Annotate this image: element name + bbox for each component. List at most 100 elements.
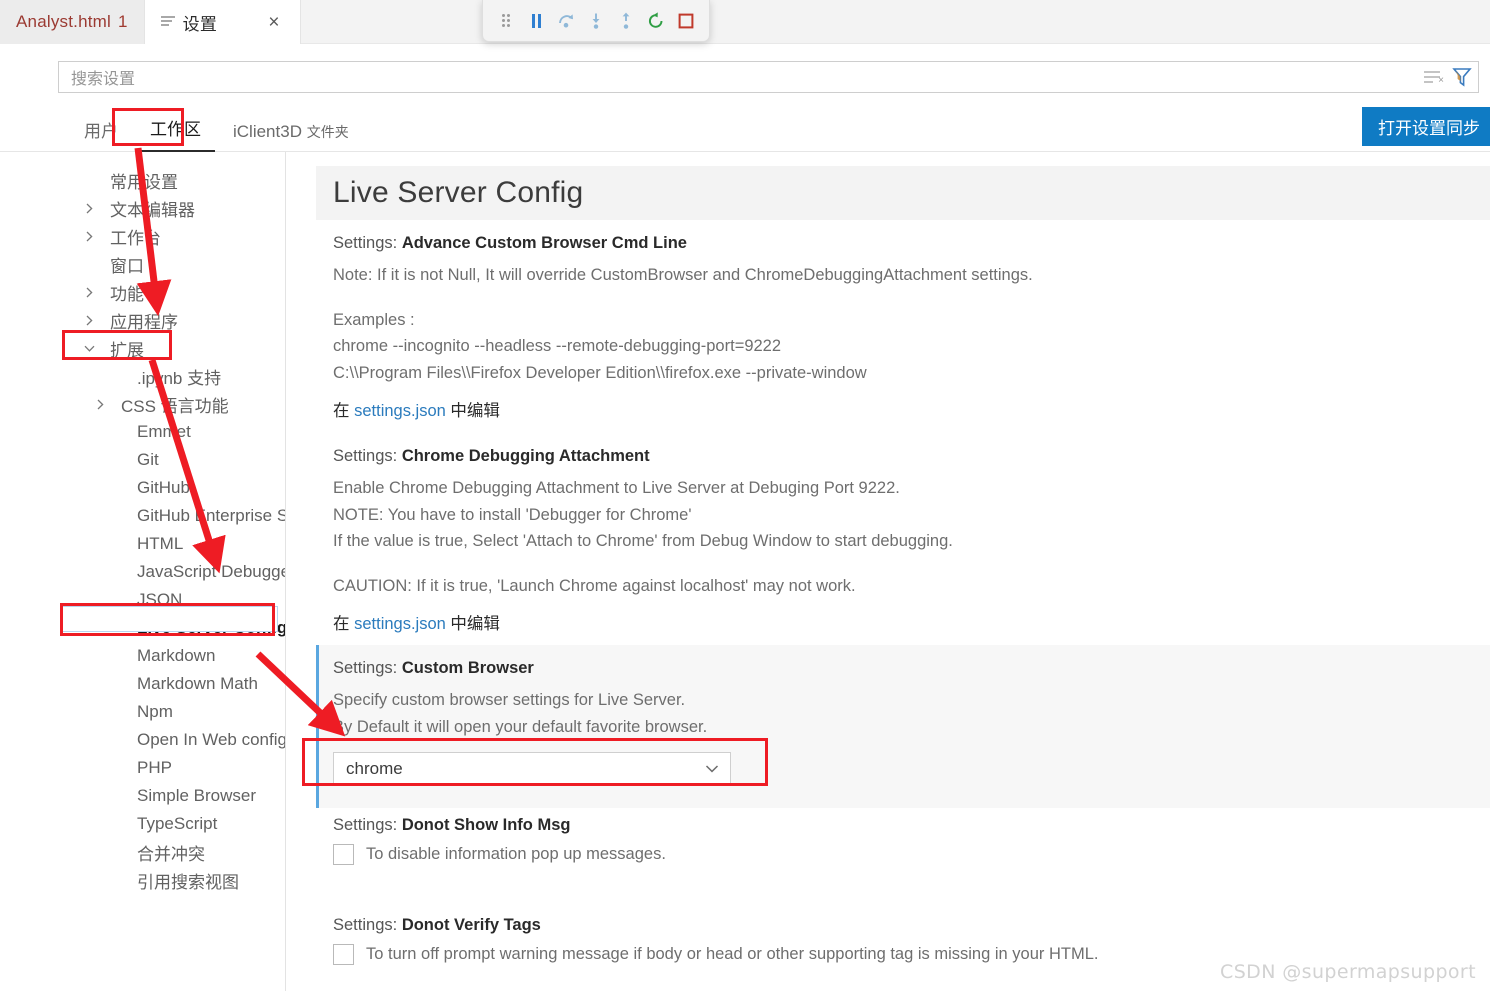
tab-iclient3d-folder[interactable]: iClient3D 文件夹 [219, 122, 363, 152]
setting-name: Advance Custom Browser Cmd Line [401, 234, 687, 252]
toc-item-javascript-debugger[interactable]: JavaScript Debugger [0, 558, 285, 586]
toc-item-features[interactable]: 功能 [0, 278, 285, 306]
setting-description-line: C:\\Program Files\\Firefox Developer Edi… [333, 364, 867, 383]
custom-browser-select[interactable]: chrome [333, 752, 731, 787]
toc-item-application[interactable]: 应用程序 [0, 306, 285, 334]
donot-verify-tags-checkbox[interactable] [333, 944, 354, 965]
setting-description-line: CAUTION: If it is true, 'Launch Chrome a… [333, 577, 856, 596]
toc-item-label: 引用搜索视图 [137, 872, 239, 892]
setting-description-line: By Default it will open your default fav… [333, 717, 708, 736]
step-into-icon[interactable] [584, 9, 608, 33]
toc-item-label: 扩展 [110, 340, 144, 360]
setting-description-line: chrome --incognito --headless --remote-d… [333, 337, 782, 356]
toc-item-github-enterprise-server[interactable]: GitHub Enterprise Ser... [0, 502, 285, 530]
settings-scope-tabs: 用户 工作区 iClient3D 文件夹 打开设置同步 [0, 100, 1490, 152]
toc-item-label: Npm [137, 702, 173, 721]
setting-title: Settings: Custom Browser [333, 659, 1490, 678]
setting-donot-verify-tags: Settings: Donot Verify Tags To turn off … [316, 916, 1490, 965]
toc-item-extensions[interactable]: 扩展 [0, 334, 285, 362]
filter-funnel-icon[interactable] [1452, 67, 1472, 87]
chevron-right-icon [84, 315, 100, 326]
editor-tab-analyst-html[interactable]: Analyst.html 1 [0, 0, 145, 44]
tab-workspace[interactable]: 工作区 [136, 115, 215, 152]
link-filename: settings.json [354, 614, 446, 633]
toc-item-window[interactable]: 窗口 [0, 250, 285, 278]
setting-chrome-debugging-attachment: Settings: Chrome Debugging Attachment En… [316, 447, 1490, 634]
setting-title: Settings: Advance Custom Browser Cmd Lin… [333, 234, 1490, 253]
toc-item-emmet[interactable]: Emmet [0, 418, 285, 446]
edit-in-settings-json-link[interactable]: 在 settings.json 中编辑 [333, 397, 500, 421]
setting-custom-browser: Settings: Custom Browser Specify custom … [316, 645, 1490, 809]
toc-item-css-language-features[interactable]: CSS 语言功能 [0, 390, 285, 418]
toc-item-typescript[interactable]: TypeScript [0, 810, 285, 838]
toc-item-label: GitHub Enterprise Ser... [137, 506, 285, 525]
toc-item-live-server-config[interactable]: Live Server Config [0, 614, 285, 642]
toc-item-merge-conflict[interactable]: 合并冲突 [0, 838, 285, 866]
setting-donot-show-info-msg: Settings: Donot Show Info Msg To disable… [316, 816, 1490, 865]
toc-item-label: 文本编辑器 [110, 200, 195, 220]
open-settings-sync-button[interactable]: 打开设置同步 [1362, 107, 1490, 146]
setting-name: Custom Browser [401, 659, 534, 677]
step-over-icon[interactable] [554, 9, 578, 33]
clear-filters-icon[interactable]: × [1424, 69, 1446, 86]
toc-item-open-in-web-configuration[interactable]: Open In Web configur... [0, 726, 285, 754]
tab-user[interactable]: 用户 [70, 117, 132, 152]
link-suffix: 中编辑 [450, 401, 500, 420]
toc-item-json[interactable]: JSON [0, 586, 285, 614]
settings-toc-sidebar[interactable]: 常用设置 文本编辑器 工作台 窗口 功能 应用程序 扩展 .ipynb 支持 C… [0, 152, 286, 991]
toc-item-label: Markdown Math [137, 674, 258, 693]
stop-icon[interactable] [674, 9, 698, 33]
toc-item-label: TypeScript [137, 814, 218, 833]
editor-tab-badge: 1 [118, 12, 128, 31]
editor-tab-settings[interactable]: 设置 × [144, 0, 302, 44]
pause-icon[interactable] [524, 9, 548, 33]
edit-in-settings-json-link[interactable]: 在 settings.json 中编辑 [333, 610, 500, 634]
tab-bar-empty-space [301, 0, 1490, 43]
step-out-icon[interactable] [614, 9, 638, 33]
setting-description-line: If the value is true, Select 'Attach to … [333, 532, 953, 551]
chevron-down-icon [84, 343, 100, 354]
toc-item-label: GitHub [137, 478, 190, 497]
toc-item-markdown-math[interactable]: Markdown Math [0, 670, 285, 698]
search-input[interactable]: 搜索设置 × [58, 61, 1479, 93]
toc-item-ipynb-support[interactable]: .ipynb 支持 [0, 362, 285, 390]
toc-item-label: 窗口 [110, 256, 144, 276]
page-title: Live Server Config [333, 176, 584, 209]
setting-prefix: Settings: [333, 447, 398, 465]
settings-group-header: Live Server Config [316, 166, 1490, 220]
drag-handle-icon[interactable] [494, 9, 518, 33]
checkbox-row[interactable]: To disable information pop up messages. [333, 844, 1490, 865]
setting-description-line: Examples : [333, 310, 415, 329]
toc-item-text-editor[interactable]: 文本编辑器 [0, 194, 285, 222]
toc-item-npm[interactable]: Npm [0, 698, 285, 726]
toc-item-html[interactable]: HTML [0, 530, 285, 558]
donot-show-info-msg-checkbox[interactable] [333, 844, 354, 865]
toc-item-references-search-view[interactable]: 引用搜索视图 [0, 866, 285, 894]
toc-item-label: 合并冲突 [137, 844, 205, 864]
debug-toolbar [482, 0, 710, 42]
toc-item-markdown[interactable]: Markdown [0, 642, 285, 670]
chevron-right-icon [95, 399, 111, 410]
toc-item-simple-browser[interactable]: Simple Browser [0, 782, 285, 810]
toc-item-common-settings[interactable]: 常用设置 [0, 166, 285, 194]
close-icon[interactable]: × [264, 13, 284, 32]
toc-item-github[interactable]: GitHub [0, 474, 285, 502]
tab-label: 用户 [84, 122, 118, 141]
toc-item-php[interactable]: PHP [0, 754, 285, 782]
toc-item-git[interactable]: Git [0, 446, 285, 474]
editor-tab-label: Analyst.html [16, 12, 111, 31]
setting-name: Donot Show Info Msg [401, 816, 571, 834]
chevron-right-icon [84, 287, 100, 298]
link-prefix: 在 [333, 401, 350, 420]
toc-item-label: Emmet [137, 422, 191, 441]
toc-item-label: .ipynb 支持 [137, 368, 222, 388]
toc-item-workbench[interactable]: 工作台 [0, 222, 285, 250]
csdn-watermark: CSDN @supermapsupport [1220, 961, 1476, 983]
setting-title: Settings: Chrome Debugging Attachment [333, 447, 1490, 466]
setting-prefix: Settings: [333, 816, 398, 834]
restart-icon[interactable] [644, 9, 668, 33]
setting-prefix: Settings: [333, 916, 398, 934]
setting-description-line: Note: If it is not Null, It will overrid… [333, 266, 1033, 284]
